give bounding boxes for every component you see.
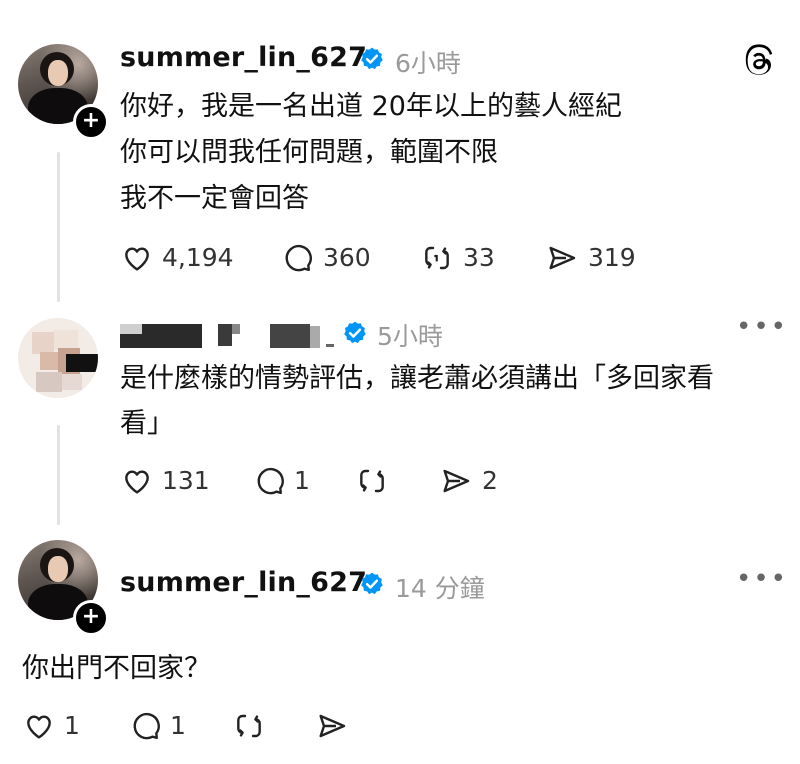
comment-count: 1 [294, 466, 310, 495]
like-count: 1 [64, 711, 80, 740]
comment-bubble-icon[interactable] [252, 465, 286, 497]
heart-icon[interactable] [120, 465, 154, 497]
verified-badge-icon [361, 572, 383, 595]
thread-connector-line [57, 152, 60, 302]
more-options-icon[interactable]: ••• [736, 564, 788, 594]
share-send-icon[interactable] [438, 465, 474, 497]
follow-plus-button[interactable]: + [73, 104, 109, 140]
comment-bubble-icon[interactable] [128, 710, 162, 742]
redacted-username[interactable] [120, 320, 340, 350]
threads-logo-icon[interactable] [742, 44, 776, 78]
post-text-line: 是什麼樣的情勢評估，讓老蕭必須講出「多回家看 [120, 363, 714, 394]
follow-plus-button[interactable]: + [73, 600, 109, 636]
post-text-line: 我不一定會回答 [120, 183, 309, 214]
post-text-line: 看」 [120, 408, 174, 439]
repost-count: 33 [463, 243, 495, 272]
share-count: 2 [482, 466, 498, 495]
comment-count: 1 [170, 711, 186, 740]
post-text-line: 你出門不回家？ [22, 653, 211, 684]
verified-badge-icon [344, 321, 366, 344]
more-options-icon[interactable]: ••• [736, 312, 788, 342]
thread-connector-line [57, 425, 60, 525]
share-send-icon[interactable] [544, 242, 580, 274]
repost-icon[interactable] [420, 242, 454, 274]
post-username[interactable]: summer_lin_627 [120, 567, 367, 598]
like-count: 131 [162, 466, 210, 495]
post-text-line: 你可以問我任何問題，範圍不限 [120, 137, 498, 168]
heart-icon[interactable] [22, 710, 56, 742]
comment-bubble-icon[interactable] [280, 242, 314, 274]
post-username[interactable]: summer_lin_627 [120, 42, 367, 73]
repost-icon[interactable] [355, 465, 389, 497]
post-text-line: 你好，我是一名出道 20年以上的藝人經紀 [120, 91, 622, 122]
share-count: 319 [588, 243, 636, 272]
verified-badge-icon [361, 47, 383, 70]
like-count: 4,194 [162, 243, 234, 272]
post-time: 6小時 [395, 49, 461, 78]
post-time: 5小時 [377, 322, 443, 351]
share-send-icon[interactable] [314, 710, 350, 742]
post-time: 14 分鐘 [395, 574, 485, 603]
repost-icon[interactable] [232, 710, 266, 742]
heart-icon[interactable] [120, 242, 154, 274]
commenter-avatar-blurred[interactable] [18, 318, 98, 398]
comment-count: 360 [323, 243, 371, 272]
